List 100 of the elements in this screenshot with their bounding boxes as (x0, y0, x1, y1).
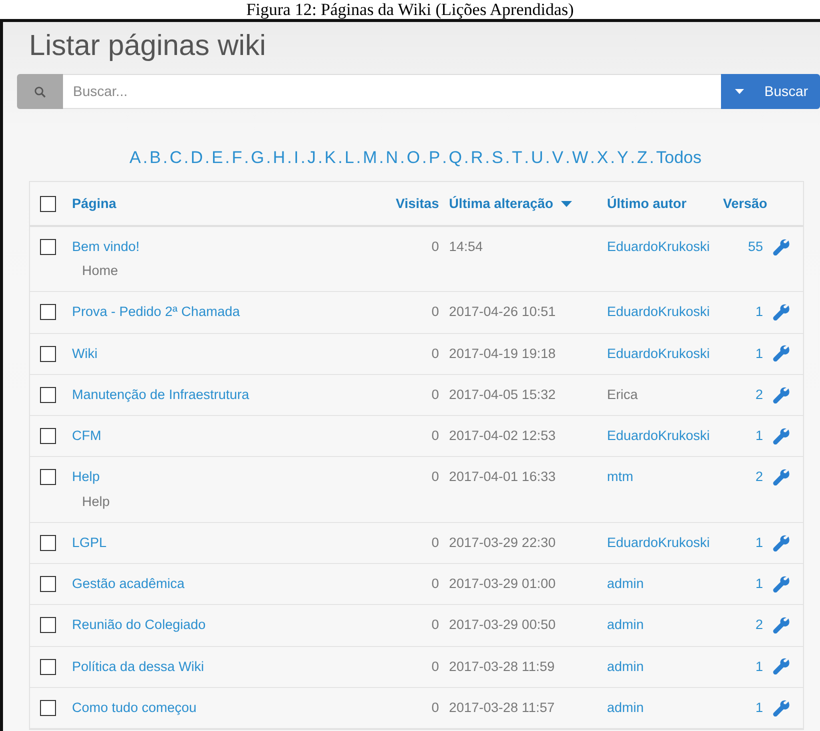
edit-link[interactable] (773, 346, 790, 360)
checkbox[interactable] (40, 346, 56, 362)
author-link[interactable]: EduardoKrukoski (607, 346, 710, 360)
letter-link[interactable]: P (428, 145, 440, 170)
edit-link[interactable] (773, 304, 790, 320)
letter-link[interactable]: W (572, 145, 588, 170)
author-link[interactable]: EduardoKrukoski (607, 428, 710, 443)
page-link[interactable]: Manutenção de Infraestrutura (72, 386, 250, 402)
letter-link[interactable]: L (344, 145, 354, 170)
edit-link[interactable] (773, 386, 790, 402)
edit-link[interactable] (773, 617, 790, 632)
edit-link[interactable] (773, 700, 790, 715)
letter-link[interactable]: H (272, 145, 286, 170)
modified-date: 2017-03-29 00:50 (449, 617, 556, 632)
letter-link[interactable]: G (250, 145, 264, 170)
checkbox[interactable] (40, 700, 56, 716)
version-link[interactable]: 1 (755, 658, 763, 674)
search-submit-button[interactable]: Buscar (721, 74, 820, 109)
letter-link[interactable]: Q (448, 145, 462, 170)
page-link[interactable]: Reunião do Colegiado (72, 617, 206, 632)
checkbox[interactable] (40, 469, 56, 486)
checkbox[interactable] (40, 658, 56, 674)
letter-link[interactable]: M (362, 145, 377, 170)
checkbox[interactable] (40, 386, 56, 403)
version-link[interactable]: 2 (755, 469, 763, 484)
edit-link[interactable] (773, 469, 790, 484)
modified-date: 2017-03-28 11:59 (449, 658, 555, 674)
letter-link[interactable]: I (294, 145, 299, 170)
letter-link[interactable]: V (552, 145, 564, 170)
version-link[interactable]: 2 (755, 386, 763, 402)
letter-link[interactable]: S (492, 145, 504, 170)
letter-link[interactable]: F (232, 145, 242, 170)
page-link[interactable]: Help (72, 469, 100, 484)
page-link[interactable]: Política da dessa Wiki (72, 658, 204, 674)
letter-link[interactable]: B (150, 145, 161, 170)
author-link[interactable]: mtm (607, 469, 634, 484)
checkbox[interactable] (40, 428, 56, 444)
checkbox[interactable] (40, 576, 56, 592)
version-link[interactable]: 55 (748, 238, 763, 254)
letter-link[interactable]: R (470, 145, 484, 170)
search-field[interactable]: Buscar... (63, 74, 722, 109)
author-link[interactable]: EduardoKrukoski (607, 534, 710, 550)
edit-link[interactable] (773, 238, 790, 254)
edit-link[interactable] (773, 428, 790, 443)
author-link[interactable]: EduardoKrukoski (607, 304, 710, 320)
edit-link[interactable] (773, 658, 790, 674)
modified-date: 2017-04-05 15:32 (449, 386, 556, 402)
letter-link[interactable]: K (324, 145, 336, 170)
letter-link[interactable]: E (212, 145, 223, 170)
version-link[interactable]: 1 (755, 428, 763, 443)
checkbox[interactable] (40, 304, 56, 320)
column-header[interactable]: Última alteração (449, 196, 572, 210)
author-link[interactable]: admin (607, 658, 644, 674)
edit-link[interactable] (773, 534, 790, 550)
page-link[interactable]: CFM (72, 428, 102, 443)
letter-link[interactable]: O (406, 145, 420, 170)
column-header[interactable]: Página (72, 196, 116, 210)
letter-link[interactable]: C (170, 145, 182, 170)
author-link[interactable]: admin (607, 617, 644, 632)
page-link[interactable]: Como tudo começou (72, 700, 197, 715)
letter-link[interactable]: U (530, 145, 544, 170)
checkbox[interactable] (40, 617, 56, 634)
modified-date: 2017-04-26 10:51 (449, 304, 556, 320)
checkbox[interactable] (40, 238, 56, 255)
author-link[interactable]: EduardoKrukoski (607, 238, 710, 254)
column-header[interactable]: Último autor (607, 196, 686, 210)
checkbox[interactable] (40, 196, 56, 212)
letter-link[interactable]: X (596, 145, 608, 170)
letter-link[interactable]: J (307, 145, 316, 170)
author-link[interactable]: admin (607, 576, 644, 591)
visits-count: 0 (431, 346, 439, 360)
edit-link[interactable] (773, 576, 790, 591)
modified-date: 2017-04-01 16:33 (449, 469, 556, 484)
column-header[interactable]: Visitas (396, 196, 439, 210)
separator-dot: . (442, 147, 447, 169)
separator-dot: . (590, 147, 595, 169)
version-link[interactable]: 1 (755, 304, 763, 320)
letter-link[interactable]: T (512, 145, 522, 170)
version-link[interactable]: 1 (755, 576, 763, 591)
page-link[interactable]: Gestão acadêmica (72, 576, 185, 591)
separator-dot: . (545, 147, 550, 169)
visits-count: 0 (431, 658, 439, 674)
checkbox[interactable] (40, 534, 56, 551)
letter-link[interactable]: Z (637, 145, 648, 170)
letter-link[interactable]: D (190, 145, 203, 170)
version-link[interactable]: 1 (755, 534, 763, 550)
page-link[interactable]: Prova - Pedido 2ª Chamada (72, 304, 240, 320)
page-link[interactable]: LGPL (72, 534, 107, 550)
letter-link[interactable]: Y (616, 145, 628, 170)
version-link[interactable]: 2 (755, 617, 763, 632)
letter-link[interactable]: A (129, 145, 141, 170)
column-header[interactable]: Versão (723, 196, 768, 210)
page-link[interactable]: Bem vindo! (72, 238, 140, 254)
version-link[interactable]: 1 (755, 700, 763, 715)
all-link[interactable]: Todos (656, 145, 702, 170)
letter-link[interactable]: N (386, 145, 398, 170)
author-link[interactable]: admin (607, 700, 644, 715)
page-link[interactable]: Wiki (72, 346, 98, 360)
version-link[interactable]: 1 (755, 346, 763, 360)
wrench-icon (773, 469, 790, 486)
